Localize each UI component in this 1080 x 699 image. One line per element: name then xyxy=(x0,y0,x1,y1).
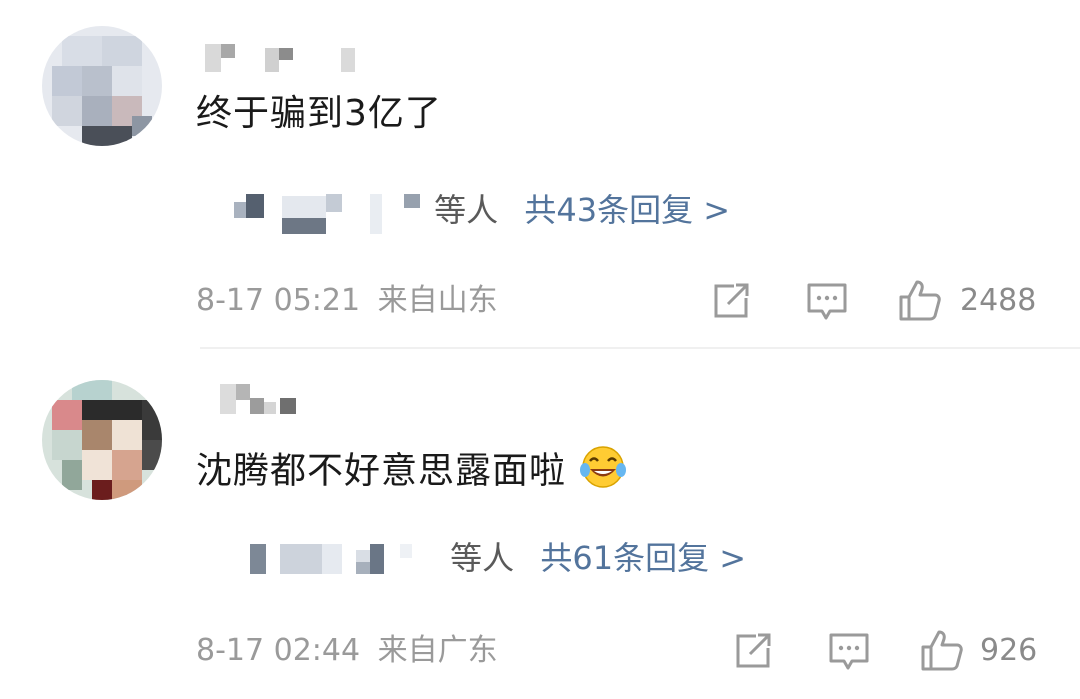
comment-time: 8-17 05:21 xyxy=(196,283,361,318)
thumbs-up-icon xyxy=(921,630,963,671)
reply-button[interactable] xyxy=(806,282,848,322)
replier-suffix: 等人 xyxy=(450,539,515,577)
reply-summary[interactable]: 等人 共43条回复 > xyxy=(234,188,730,236)
comment-meta: 8-17 02:44 来自广东 xyxy=(196,632,498,670)
comment-item: 沈腾都不好意思露面啦 等人 共61条回复 > 8-17 02:44 来自广东 9… xyxy=(0,350,1080,699)
like-button[interactable] xyxy=(920,628,964,672)
reply-count-link[interactable]: 共43条回复 > xyxy=(524,191,730,229)
avatar[interactable] xyxy=(42,380,162,500)
comment-location: 来自广东 xyxy=(377,633,498,668)
reply-count-link[interactable]: 共61条回复 > xyxy=(540,539,746,577)
comment-item: 终于骗到3亿了 等人 共43条回复 > 8-17 05:21 来自山东 2488 xyxy=(0,0,1080,348)
reply-summary[interactable]: 等人 共61条回复 > xyxy=(250,538,746,582)
comment-time: 8-17 02:44 xyxy=(196,633,361,668)
share-button[interactable] xyxy=(712,282,752,320)
comment-bubble-icon xyxy=(807,283,847,320)
replier-names-redacted xyxy=(250,538,440,582)
share-icon xyxy=(736,633,771,668)
share-button[interactable] xyxy=(734,632,774,670)
replier-suffix: 等人 xyxy=(434,191,499,229)
comment-location: 来自山东 xyxy=(377,283,498,318)
like-count: 2488 xyxy=(960,283,1037,318)
divider xyxy=(200,347,1080,349)
comment-text: 终于骗到3亿了 xyxy=(196,93,442,134)
comment-bubble-icon xyxy=(829,633,869,670)
laughing-tears-emoji xyxy=(578,444,628,501)
avatar[interactable] xyxy=(42,26,162,146)
reply-button[interactable] xyxy=(828,632,870,672)
comment-text: 沈腾都不好意思露面啦 xyxy=(196,444,628,501)
share-icon xyxy=(714,283,749,318)
thumbs-up-icon xyxy=(899,280,941,321)
like-button[interactable] xyxy=(898,278,942,322)
username-redacted[interactable] xyxy=(220,384,310,414)
username-redacted[interactable] xyxy=(205,44,365,74)
like-count: 926 xyxy=(980,633,1038,668)
comment-text-body: 沈腾都不好意思露面啦 xyxy=(196,450,567,492)
comment-meta: 8-17 05:21 来自山东 xyxy=(196,282,498,320)
replier-names-redacted xyxy=(234,188,424,236)
